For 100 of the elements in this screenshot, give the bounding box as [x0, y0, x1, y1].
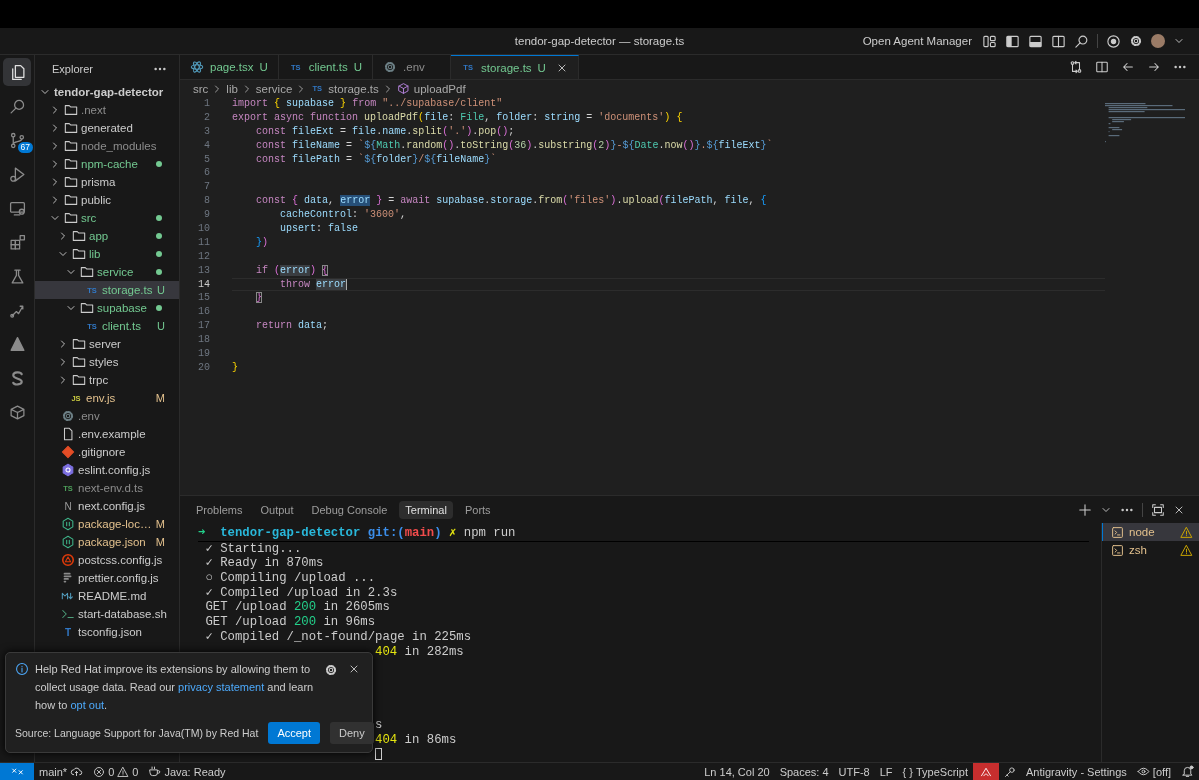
tree-item[interactable]: .env.example [35, 425, 179, 443]
tree-item[interactable]: .next [35, 101, 179, 119]
hexagon-icon [61, 517, 75, 531]
tree-item[interactable]: eslint.config.js [35, 461, 179, 479]
maximize-icon[interactable] [1151, 502, 1165, 517]
triangle-icon[interactable] [8, 335, 26, 353]
tree-item[interactable]: README.md [35, 587, 179, 605]
cloud-sync-icon [70, 765, 84, 778]
tree-item[interactable]: service [35, 263, 179, 281]
branch-indicator[interactable]: main* [34, 763, 89, 780]
tree-item[interactable]: T tsconfig.json [35, 623, 179, 641]
agent-manager-link[interactable]: Open Agent Manager [862, 35, 972, 47]
encoding[interactable]: UTF-8 [833, 763, 875, 780]
notification-source: Source: Language Support for Java(TM) by Red Hat [15, 727, 259, 739]
notification-message: Help Red Hat improve its extensions by allowing them to collect usage data. Read our privacy statement and learn how to opt out. [35, 662, 315, 713]
code-line: const fileExt = file.name.split('.').pop(); [255, 125, 515, 137]
sidebar-title: Explorer [52, 63, 93, 75]
tree-item[interactable]: server [35, 335, 179, 353]
folder-icon [64, 175, 78, 189]
n-letter-icon: N [61, 500, 75, 512]
line-number: 9 [203, 208, 211, 222]
back-arrow-icon[interactable] [1121, 60, 1135, 74]
terminal-session[interactable]: node [1102, 523, 1199, 541]
accept-button[interactable]: Accept [268, 722, 321, 744]
tree-item[interactable]: trpc [35, 371, 179, 389]
split-editor-icon[interactable] [1095, 60, 1109, 74]
folder-icon [64, 121, 78, 135]
tree-item[interactable]: prettier.config.js [35, 569, 179, 587]
layout-icon[interactable] [982, 33, 997, 49]
tree-item[interactable]: .gitignore [35, 443, 179, 461]
folder-icon [80, 265, 94, 279]
tree-item[interactable]: package-loc… M [35, 515, 179, 533]
tree-item[interactable]: npm-cache [35, 155, 179, 173]
project-folder[interactable]: tendor-gap-detector [35, 83, 179, 101]
browser-icon[interactable] [1106, 33, 1121, 49]
editor-tab[interactable]: page.tsx U [180, 55, 279, 79]
panel-tab[interactable]: Output [254, 500, 300, 519]
tree-item[interactable]: src [35, 209, 179, 227]
tree-item[interactable]: .env [35, 407, 179, 425]
git-branch-label: git:(main) [367, 526, 442, 540]
compare-icon[interactable] [1069, 60, 1083, 74]
diamond-icon [61, 445, 75, 459]
tree-item[interactable]: supabase [35, 299, 179, 317]
tree-item[interactable]: styles [35, 353, 179, 371]
terminal-line: GET /upload 200 in 2605ms [205, 600, 390, 615]
add-icon[interactable] [1078, 502, 1092, 517]
info-icon [15, 662, 29, 676]
extensions-icon[interactable] [8, 233, 26, 251]
terminal-icon [1111, 525, 1124, 539]
deny-button[interactable]: Deny [330, 722, 374, 744]
tree-item[interactable]: N next.config.js [35, 497, 179, 515]
panel-tab[interactable]: Debug Console [305, 500, 394, 519]
avatar[interactable] [1151, 34, 1165, 48]
tree-item[interactable]: lib [35, 245, 179, 263]
search-icon[interactable] [1074, 33, 1089, 49]
forward-arrow-icon[interactable] [1147, 60, 1161, 74]
preview-toggle[interactable]: [off] [1131, 763, 1176, 780]
language-mode[interactable]: { } TypeScript [897, 763, 973, 780]
folder-icon [72, 229, 86, 243]
breadcrumb-item[interactable]: uploadPdf [396, 82, 466, 95]
monitor-icon[interactable] [8, 199, 26, 217]
indentation[interactable]: Spaces: 4 [774, 763, 834, 780]
line-ending[interactable]: LF [874, 763, 898, 780]
tree-item[interactable]: app [35, 227, 179, 245]
folder-icon [64, 139, 78, 153]
tree-item[interactable]: postcss.config.js [35, 551, 179, 569]
terminal-session[interactable]: zsh [1102, 541, 1199, 559]
antigravity-button[interactable] [972, 763, 999, 780]
problems-indicator[interactable]: 0 0 [88, 763, 144, 780]
cursor-position[interactable]: Ln 14, Col 20 [699, 763, 775, 780]
terminal-line: ✓ Compiled /upload in 2.3s [205, 585, 398, 600]
split-panel-icon[interactable] [1051, 33, 1066, 49]
run-debug-icon[interactable] [8, 165, 26, 183]
sidebar-toggle-icon[interactable] [1005, 33, 1020, 49]
line-number: 16 [197, 305, 211, 320]
privacy-link[interactable]: privacy statement [178, 681, 265, 693]
git-status-letter: M [154, 536, 165, 548]
line-number: 8 [203, 194, 211, 209]
breadcrumb-item[interactable]: src [193, 82, 209, 95]
tree-item[interactable]: prisma [35, 173, 179, 191]
panel-toggle-icon[interactable] [1028, 33, 1043, 49]
search-icon[interactable] [8, 97, 26, 115]
java-status[interactable]: Java: Ready [143, 763, 231, 780]
key-icon[interactable] [1003, 765, 1016, 778]
breadcrumb-item[interactable]: lib [226, 82, 238, 95]
tree-item[interactable]: public [35, 191, 179, 209]
tree-item[interactable]: generated [35, 119, 179, 137]
line-number: 19 [197, 347, 211, 361]
close-icon[interactable] [348, 663, 360, 675]
tree-item[interactable]: start-database.sh [35, 605, 179, 623]
panel-tab[interactable]: Problems [190, 500, 249, 519]
cube-icon[interactable] [8, 403, 26, 421]
bell-icon[interactable] [1181, 765, 1194, 778]
settings-link[interactable]: Antigravity - Settings [1020, 763, 1132, 780]
breadcrumb-item[interactable]: service [255, 82, 293, 95]
tree-item[interactable]: package.json M [35, 533, 179, 551]
panel-tab[interactable]: Terminal [399, 500, 453, 519]
panel-tab[interactable]: Ports [458, 500, 497, 519]
tree-item[interactable]: node_modules [35, 137, 179, 155]
eye-icon [1136, 765, 1150, 778]
